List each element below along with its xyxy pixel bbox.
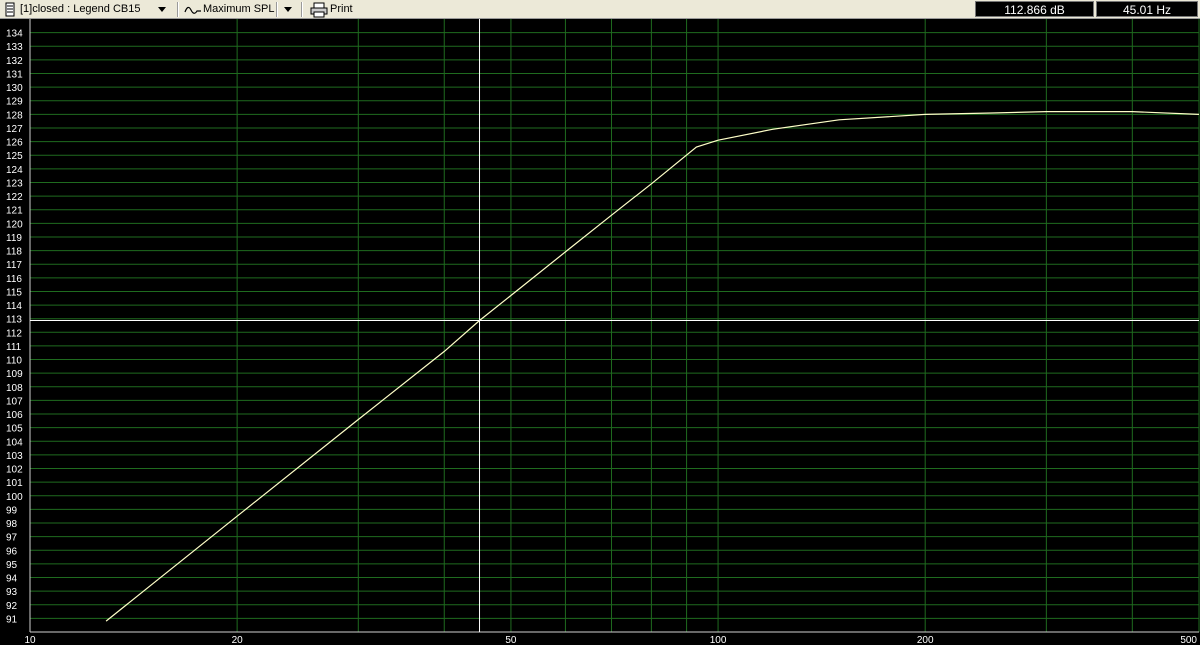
y-tick-label: 130 — [6, 83, 23, 94]
x-tick-label: 10 — [24, 635, 36, 645]
y-tick-label: 98 — [6, 519, 18, 530]
y-tick-label: 116 — [6, 274, 22, 285]
y-tick-label: 114 — [6, 301, 22, 312]
y-tick-label: 113 — [6, 315, 22, 326]
y-tick-label: 115 — [6, 287, 22, 298]
x-tick-label: 100 — [710, 635, 727, 645]
y-tick-label: 104 — [6, 437, 23, 448]
y-tick-label: 91 — [6, 614, 18, 625]
y-tick-label: 132 — [6, 56, 23, 67]
printer-icon[interactable] — [310, 0, 328, 19]
readout-db: 112.866 dB — [975, 1, 1094, 17]
y-tick-label: 105 — [6, 424, 23, 435]
y-tick-label: 123 — [6, 178, 23, 189]
y-tick-label: 111 — [6, 342, 22, 353]
y-tick-label: 107 — [6, 396, 23, 407]
y-tick-label: 110 — [6, 356, 22, 367]
y-tick-label: 122 — [6, 192, 23, 203]
y-tick-label: 92 — [6, 601, 18, 612]
box-select-label[interactable]: [1]closed : Legend CB15 — [20, 0, 140, 19]
y-tick-label: 125 — [6, 151, 23, 162]
chevron-down-icon[interactable] — [155, 0, 169, 19]
y-tick-label: 103 — [6, 451, 23, 462]
x-tick-label: 500 — [1180, 635, 1197, 645]
y-tick-label: 109 — [6, 369, 23, 380]
y-tick-label: 129 — [6, 97, 23, 108]
toolbar-divider — [177, 2, 179, 17]
y-tick-label: 133 — [6, 42, 23, 53]
y-tick-label: 97 — [6, 533, 18, 544]
y-tick-label: 93 — [6, 587, 18, 598]
toolbar-divider — [301, 2, 303, 17]
y-tick-label: 126 — [6, 138, 23, 149]
y-tick-label: 127 — [6, 124, 23, 135]
curve-select-label[interactable]: Maximum SPL — [203, 0, 275, 19]
y-tick-label: 94 — [6, 574, 18, 585]
y-tick-label: 121 — [6, 206, 23, 217]
readout-hz: 45.01 Hz — [1096, 1, 1198, 17]
y-tick-label: 128 — [6, 110, 23, 121]
y-tick-label: 96 — [6, 546, 18, 557]
y-tick-label: 120 — [6, 219, 23, 230]
y-tick-label: 117 — [6, 260, 22, 271]
y-tick-label: 101 — [6, 478, 23, 489]
toolbar: [1]closed : Legend CB15 Maximum SPL Prin… — [0, 0, 1200, 19]
x-tick-label: 50 — [505, 635, 517, 645]
curve-icon — [184, 0, 202, 19]
y-tick-label: 106 — [6, 410, 23, 421]
toolbar-divider — [276, 2, 278, 17]
x-tick-label: 200 — [917, 635, 934, 645]
y-tick-label: 131 — [6, 69, 23, 80]
y-tick-label: 100 — [6, 492, 23, 503]
y-tick-label: 95 — [6, 560, 18, 571]
y-tick-label: 108 — [6, 383, 23, 394]
spl-chart: 91 92 93 94 95 96 97 98 99 100 101 102 103 104 105 106 1… — [0, 19, 1200, 645]
y-tick-label: 119 — [6, 233, 22, 244]
y-tick-label: 124 — [6, 165, 23, 176]
print-button[interactable]: Print — [330, 0, 353, 19]
y-tick-label: 112 — [6, 328, 22, 339]
y-tick-label: 102 — [6, 465, 23, 476]
x-tick-label: 20 — [232, 635, 244, 645]
box-icon — [4, 0, 18, 19]
y-tick-label: 99 — [6, 505, 18, 516]
chevron-down-icon[interactable] — [281, 0, 295, 19]
y-tick-label: 118 — [6, 247, 22, 258]
y-tick-label: 134 — [6, 29, 23, 40]
